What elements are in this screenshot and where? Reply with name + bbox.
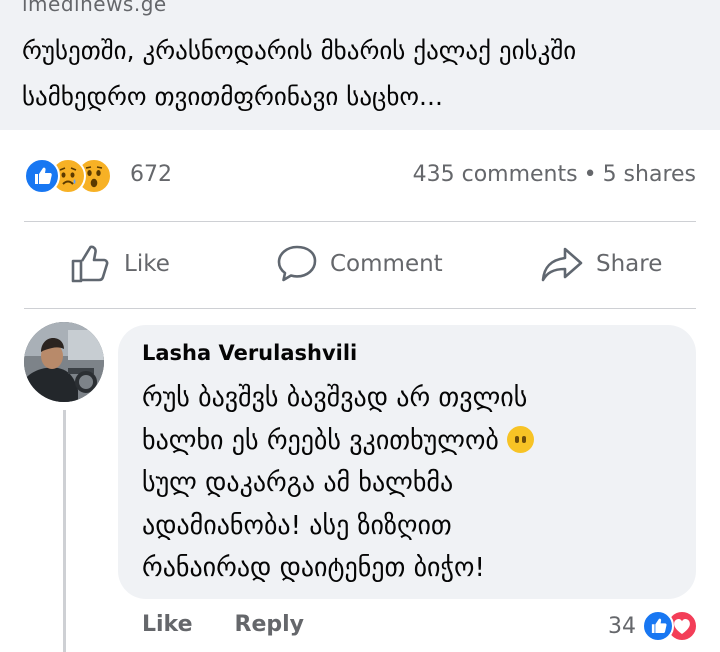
shares-count[interactable]: 5 shares: [603, 162, 696, 187]
comment-reaction-count: 34: [608, 613, 636, 639]
like-button[interactable]: Like: [70, 244, 170, 284]
share-button-label: Share: [596, 251, 663, 277]
engagement-counts: 435 comments • 5 shares: [413, 162, 696, 187]
thread-line: [63, 410, 66, 652]
like-icon: [24, 158, 60, 194]
link-preview-card[interactable]: imedinews.ge რუსეთში, კრასნოდარის მხარის…: [0, 0, 720, 130]
comment-line: სულ დაკარგა ამ ხალხმა: [142, 468, 454, 498]
preview-headline[interactable]: რუსეთში, კრასნოდარის მხარის ქალაქ ეისკში…: [22, 28, 702, 120]
thumbs-up-icon: [70, 244, 112, 284]
comment-button[interactable]: Comment: [276, 244, 443, 284]
comment-button-label: Comment: [330, 251, 443, 277]
comment-line: ადამიანობა! ასე ზიზღით: [142, 510, 452, 541]
divider: [24, 308, 696, 309]
post-stats: 672 435 comments • 5 shares: [0, 152, 720, 198]
comments-count[interactable]: 435 comments: [413, 162, 578, 187]
post-action-bar: Like Comment Share: [0, 222, 720, 308]
speech-bubble-icon: [276, 244, 318, 284]
neutral-face-emoji-icon: [507, 425, 535, 453]
comment-text: რუს ბავშვს ბავშვად არ თვლის ხალხი ეს რეე…: [142, 377, 682, 590]
comment-line: რუს ბავშვს ბავშვად არ თვლის: [142, 383, 528, 413]
comment-reactions[interactable]: 34: [608, 608, 698, 644]
comment-like-button[interactable]: Like: [142, 612, 193, 637]
share-button[interactable]: Share: [540, 244, 662, 284]
separator-dot: •: [583, 162, 597, 187]
reaction-count[interactable]: 672: [130, 162, 172, 187]
like-button-label: Like: [124, 251, 170, 277]
like-icon: [642, 610, 674, 642]
comment-bubble[interactable]: Lasha Verulashvili რუს ბავშვს ბავშვად არ…: [118, 325, 696, 599]
comment-line: ხალხი ეს რეებს ვკითხულობ: [142, 425, 499, 456]
preview-domain: imedinews.ge: [22, 0, 167, 16]
comment-actions: Like Reply: [142, 612, 346, 637]
comment-reply-button[interactable]: Reply: [235, 612, 305, 637]
avatar[interactable]: [24, 322, 104, 402]
share-arrow-icon: [540, 244, 584, 284]
comment-author[interactable]: Lasha Verulashvili: [142, 341, 357, 365]
comment-line: რანაირად დაიტენეთ ბიჭო!: [142, 553, 485, 583]
